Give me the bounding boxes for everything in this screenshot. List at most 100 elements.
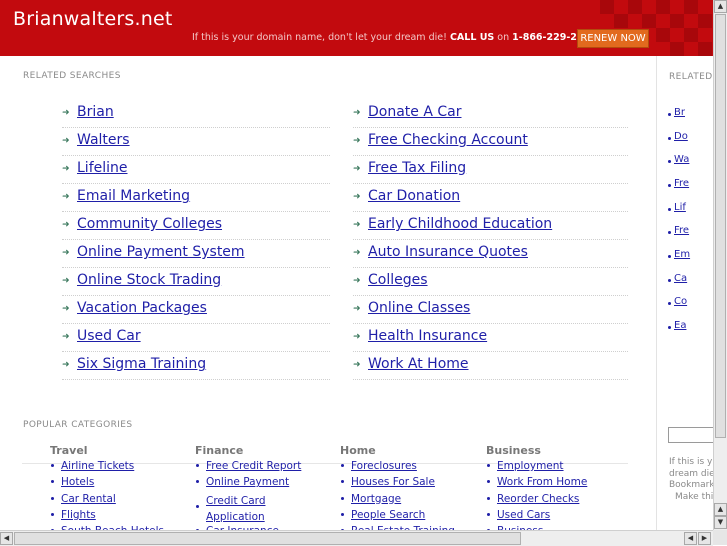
arrow-right-icon: ➜: [353, 220, 361, 230]
sidebar-promo-text: If this is y dream die Bookmark Make thi: [669, 457, 714, 503]
sidebar-link[interactable]: Fre: [674, 225, 689, 236]
bullet-icon: [668, 184, 671, 187]
bullet-icon: [487, 496, 490, 500]
arrow-right-icon: ➜: [62, 360, 70, 370]
list-item: ➜ Health Insurance: [353, 324, 628, 352]
list-item: ➜ Six Sigma Training: [62, 352, 330, 380]
bullet-icon: [668, 279, 671, 282]
list-item: ➜ Car Donation: [353, 184, 628, 212]
sidebar-link[interactable]: Ea: [674, 320, 686, 331]
related-link[interactable]: Online Stock Trading: [77, 272, 221, 288]
list-item: Car Rental: [50, 492, 190, 508]
list-item: ➜ Work At Home: [353, 352, 628, 380]
list-item: Credit Card Application: [195, 492, 335, 525]
related-link[interactable]: Six Sigma Training: [77, 356, 206, 372]
sidebar-link[interactable]: Ca: [674, 273, 687, 284]
related-link[interactable]: Health Insurance: [368, 328, 487, 344]
list-item: Foreclosures: [340, 459, 480, 475]
related-link[interactable]: Walters: [77, 132, 130, 148]
arrow-right-icon: ➜: [353, 248, 361, 258]
sidebar-text-line: dream die: [669, 468, 714, 479]
list-item: ➜ Online Stock Trading: [62, 268, 330, 296]
category-link[interactable]: Online Payment: [206, 476, 289, 488]
category-link[interactable]: Free Credit Report: [206, 460, 301, 472]
related-link[interactable]: Work At Home: [368, 356, 469, 372]
sidebar-link[interactable]: Em: [674, 249, 690, 260]
sidebar-link[interactable]: Lif: [674, 202, 686, 213]
arrow-right-icon: ➜: [62, 220, 70, 230]
list-item: ➜ Email Marketing: [62, 184, 330, 212]
scroll-up-icon[interactable]: ▲: [714, 0, 727, 13]
category-link[interactable]: Flights: [61, 509, 96, 521]
vertical-scrollbar[interactable]: ▲ ▲ ▼: [713, 0, 727, 530]
list-item: Free Credit Report: [195, 459, 335, 475]
category-link[interactable]: Employment: [497, 460, 564, 472]
list-item: Employment: [486, 459, 626, 475]
renew-now-button[interactable]: RENEW NOW: [577, 29, 649, 48]
arrow-right-icon: ➜: [353, 360, 361, 370]
category-title: Finance: [195, 444, 244, 457]
category-link[interactable]: Airline Tickets: [61, 460, 134, 472]
related-link[interactable]: Lifeline: [77, 160, 128, 176]
scrollbar-corner: [713, 530, 727, 545]
scroll-left-icon[interactable]: ◀: [0, 532, 13, 545]
sidebar-link[interactable]: Fre: [674, 178, 689, 189]
category-title: Business: [486, 444, 541, 457]
related-link[interactable]: Auto Insurance Quotes: [368, 244, 528, 260]
category-link[interactable]: Car Rental: [61, 493, 116, 505]
bullet-icon: [668, 160, 671, 163]
horizontal-scrollbar[interactable]: ◀ ◀ ▶: [0, 530, 713, 546]
horizontal-scroll-thumb[interactable]: [14, 532, 521, 545]
list-item: Houses For Sale: [340, 475, 480, 491]
domain-promo-text: If this is your domain name, don't let y…: [192, 32, 609, 43]
sidebar-link[interactable]: Do: [674, 131, 688, 142]
category-link[interactable]: Reorder Checks: [497, 493, 579, 505]
related-link[interactable]: Email Marketing: [77, 188, 190, 204]
related-link[interactable]: Early Childhood Education: [368, 216, 552, 232]
related-link[interactable]: Free Checking Account: [368, 132, 528, 148]
sidebar-link[interactable]: Wa: [674, 154, 689, 165]
list-item: Online Payment: [195, 475, 335, 491]
bullet-icon: [668, 302, 671, 305]
related-link[interactable]: Brian: [77, 104, 114, 120]
related-link[interactable]: Car Donation: [368, 188, 460, 204]
bullet-icon: [487, 464, 490, 467]
sidebar-link[interactable]: Co: [674, 296, 687, 307]
list-item: ➜ Brian: [62, 100, 330, 128]
category-title: Travel: [50, 444, 88, 457]
scroll-left-icon[interactable]: ◀: [684, 532, 697, 545]
list-item: Flights: [50, 508, 190, 524]
list-item: Mortgage: [340, 492, 480, 508]
scroll-down-icon[interactable]: ▼: [714, 516, 727, 529]
related-link[interactable]: Used Car: [77, 328, 141, 344]
category-link[interactable]: People Search: [351, 509, 425, 521]
category-link[interactable]: Used Cars: [497, 509, 550, 521]
sidebar-search-input[interactable]: [668, 427, 714, 443]
related-link[interactable]: Donate A Car: [368, 104, 462, 120]
scroll-up-icon[interactable]: ▲: [714, 503, 727, 516]
category-link[interactable]: Houses For Sale: [351, 476, 435, 488]
related-link[interactable]: Colleges: [368, 272, 428, 288]
related-link[interactable]: Vacation Packages: [77, 300, 207, 316]
bullet-icon: [668, 326, 671, 329]
category-link[interactable]: Credit Card Application: [206, 493, 276, 526]
list-item: ➜ Free Tax Filing: [353, 156, 628, 184]
arrow-right-icon: ➜: [62, 192, 70, 202]
category-link[interactable]: Work From Home: [497, 476, 587, 488]
site-title: Brianwalters.net: [13, 8, 173, 30]
related-link[interactable]: Online Payment System: [77, 244, 245, 260]
category-link[interactable]: Foreclosures: [351, 460, 417, 472]
related-link[interactable]: Online Classes: [368, 300, 470, 316]
list-item: ➜ Walters: [62, 128, 330, 156]
category-link[interactable]: Hotels: [61, 476, 94, 488]
header-bar: Brianwalters.net If this is your domain …: [0, 0, 713, 56]
scroll-right-icon[interactable]: ▶: [698, 532, 711, 545]
category-link[interactable]: Mortgage: [351, 493, 401, 505]
sidebar-link[interactable]: Br: [674, 107, 685, 118]
related-link[interactable]: Community Colleges: [77, 216, 222, 232]
related-link[interactable]: Free Tax Filing: [368, 160, 466, 176]
bullet-icon: [196, 480, 199, 484]
related-searches-left-column: ➜ Brian ➜ Walters ➜ Lifeline ➜ Email Marketi…: [62, 100, 330, 380]
vertical-scroll-thumb[interactable]: [715, 14, 726, 438]
bullet-icon: [341, 512, 344, 516]
